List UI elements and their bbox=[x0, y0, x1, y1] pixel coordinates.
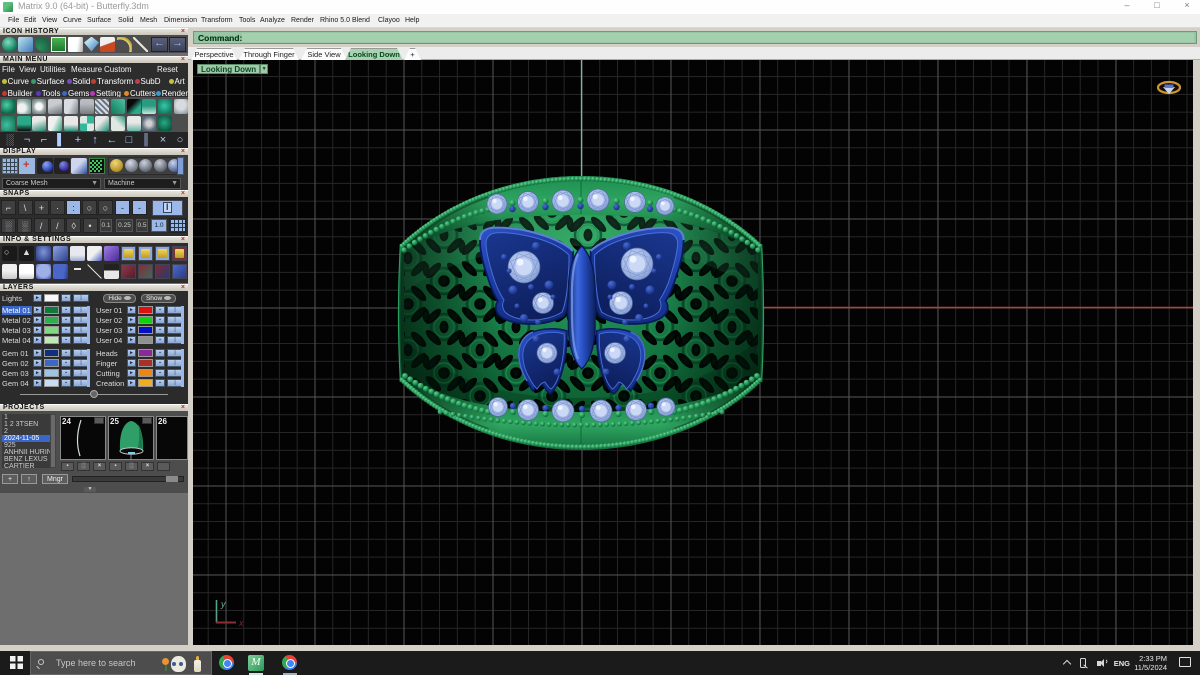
svg-text:y: y bbox=[220, 599, 226, 609]
svg-text:x: x bbox=[238, 618, 244, 628]
